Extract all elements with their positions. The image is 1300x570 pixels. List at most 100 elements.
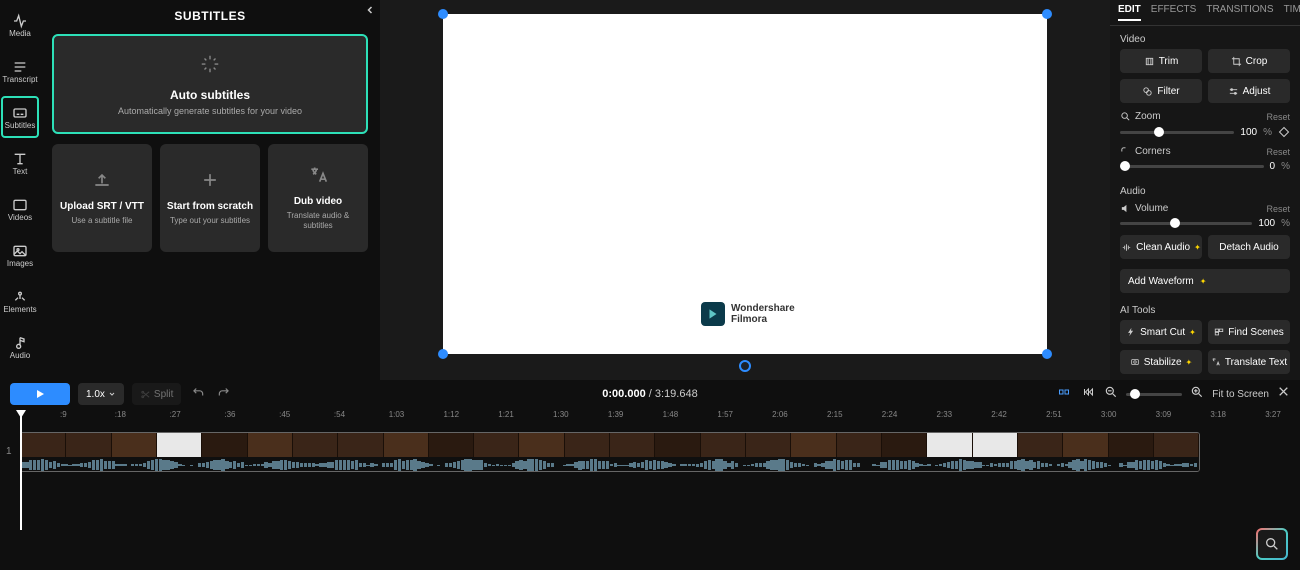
- resize-handle-bl[interactable]: [438, 349, 448, 359]
- adjust-button[interactable]: Adjust: [1208, 79, 1290, 103]
- volume-slider[interactable]: [1120, 222, 1252, 225]
- find-scenes-button[interactable]: Find Scenes: [1208, 320, 1290, 344]
- close-timeline-button[interactable]: [1277, 385, 1290, 403]
- volume-reset[interactable]: Reset: [1266, 204, 1290, 214]
- keyframe-icon[interactable]: [1278, 126, 1290, 138]
- skip-icon: [1080, 386, 1096, 398]
- crop-button[interactable]: Crop: [1208, 49, 1290, 73]
- scenes-icon: [1214, 327, 1224, 337]
- translate-text-button[interactable]: Translate Text: [1208, 350, 1290, 374]
- resize-handle-br[interactable]: [1042, 349, 1052, 359]
- play-icon: [34, 388, 46, 400]
- auto-subtitles-card[interactable]: Auto subtitles Automatically generate su…: [52, 34, 368, 134]
- add-waveform-button[interactable]: Add Waveform✦: [1120, 269, 1290, 293]
- translate-icon: [307, 165, 329, 190]
- corners-slider[interactable]: [1120, 165, 1264, 168]
- upload-srt-card[interactable]: Upload SRT / VTT Use a subtitle file: [52, 144, 152, 252]
- sidebar-item-videos[interactable]: Videos: [1, 188, 39, 230]
- clean-audio-button[interactable]: Clean Audio✦: [1120, 235, 1202, 259]
- tab-transitions[interactable]: TRANSITIONS: [1206, 4, 1273, 21]
- plus-icon: [199, 170, 221, 195]
- filter-icon: [1142, 86, 1153, 97]
- tab-effects[interactable]: EFFECTS: [1151, 4, 1197, 21]
- undo-icon: [191, 385, 205, 399]
- undo-button[interactable]: [189, 385, 207, 404]
- fit-to-screen-button[interactable]: Fit to Screen: [1212, 389, 1269, 400]
- rotate-handle[interactable]: [739, 360, 751, 372]
- track-number: 1: [6, 446, 12, 457]
- preview-logo: WondershareFilmora: [701, 302, 795, 326]
- zoom-reset[interactable]: Reset: [1266, 112, 1290, 122]
- sidebar-item-subtitles[interactable]: Subtitles: [1, 96, 39, 138]
- timeline-ruler[interactable]: :9:18:27:36:45:541:031:121:211:301:391:4…: [20, 408, 1300, 426]
- zoom-out-button[interactable]: [1104, 385, 1118, 404]
- corners-value: 0: [1270, 161, 1276, 172]
- zoom-icon: [1120, 111, 1131, 122]
- zoom-label: Zoom: [1135, 111, 1161, 122]
- sidebar-item-transcript[interactable]: Transcript: [1, 50, 39, 92]
- ai-section-label: AI Tools: [1110, 297, 1300, 320]
- play-button[interactable]: [10, 383, 70, 405]
- tab-edit[interactable]: EDIT: [1118, 4, 1141, 21]
- sidebar-item-audio[interactable]: Audio: [1, 326, 39, 368]
- filmora-logo-icon: [701, 302, 725, 326]
- chevron-down-icon: [108, 390, 116, 398]
- zoom-slider[interactable]: [1120, 131, 1234, 134]
- snap-icon: [1056, 386, 1072, 398]
- start-scratch-card[interactable]: Start from scratch Type out your subtitl…: [160, 144, 260, 252]
- resize-handle-tr[interactable]: [1042, 9, 1052, 19]
- skip-button[interactable]: [1080, 385, 1096, 403]
- scissors-icon: [140, 389, 151, 400]
- subtitles-icon: [11, 105, 29, 121]
- playhead[interactable]: [20, 410, 22, 530]
- top-area: Media Transcript Subtitles Text Videos I…: [0, 0, 1300, 380]
- tab-timing[interactable]: TIMING: [1284, 4, 1300, 21]
- close-icon: [1277, 385, 1290, 398]
- bolt-icon: [1126, 327, 1136, 337]
- redo-icon: [217, 385, 231, 399]
- time-display: 0:00.000 / 3:19.648: [602, 388, 697, 400]
- split-button[interactable]: Split: [132, 383, 181, 405]
- video-canvas[interactable]: WondershareFilmora: [443, 14, 1047, 354]
- collapse-panel-button[interactable]: [364, 4, 376, 19]
- audio-section-label: Audio: [1110, 178, 1300, 201]
- stabilize-button[interactable]: Stabilize✦: [1120, 350, 1202, 374]
- speed-button[interactable]: 1.0x: [78, 383, 124, 405]
- search-zoom-button[interactable]: [1256, 528, 1288, 560]
- timeline-zoom-slider[interactable]: [1126, 393, 1182, 396]
- auto-subtitles-sub: Automatically generate subtitles for you…: [118, 106, 302, 116]
- elements-icon: [11, 289, 29, 305]
- auto-subtitles-title: Auto subtitles: [170, 88, 250, 102]
- transcript-icon: [11, 59, 29, 75]
- sidebar-item-media[interactable]: Media: [1, 4, 39, 46]
- detach-audio-button[interactable]: Detach Audio: [1208, 235, 1290, 259]
- trim-icon: [1144, 56, 1155, 67]
- trim-button[interactable]: Trim: [1120, 49, 1202, 73]
- dub-video-card[interactable]: Dub video Translate audio & subtitles: [268, 144, 368, 252]
- zoom-value: 100: [1240, 127, 1257, 138]
- volume-icon: [1120, 203, 1131, 214]
- sidebar-item-text[interactable]: Text: [1, 142, 39, 184]
- zoom-in-button[interactable]: [1190, 385, 1204, 404]
- corners-reset[interactable]: Reset: [1266, 147, 1290, 157]
- corners-icon: [1120, 146, 1131, 157]
- corners-label: Corners: [1135, 146, 1171, 157]
- text-icon: [11, 151, 29, 167]
- redo-button[interactable]: [215, 385, 233, 404]
- zoom-out-icon: [1104, 385, 1118, 399]
- sidebar-item-elements[interactable]: Elements: [1, 280, 39, 322]
- filter-button[interactable]: Filter: [1120, 79, 1202, 103]
- video-clip[interactable]: [20, 432, 1200, 472]
- resize-handle-tl[interactable]: [438, 9, 448, 19]
- video-section-label: Video: [1110, 26, 1300, 49]
- audio-icon: [11, 335, 29, 351]
- clean-audio-icon: [1121, 242, 1132, 253]
- snap-button[interactable]: [1056, 385, 1072, 403]
- videos-icon: [11, 197, 29, 213]
- zoom-in-icon: [1190, 385, 1204, 399]
- subtitles-panel: SUBTITLES Auto subtitles Automatically g…: [40, 0, 380, 380]
- smart-cut-button[interactable]: Smart Cut✦: [1120, 320, 1202, 344]
- preview-area: WondershareFilmora: [380, 0, 1110, 380]
- sidebar-item-images[interactable]: Images: [1, 234, 39, 276]
- volume-value: 100: [1258, 218, 1275, 229]
